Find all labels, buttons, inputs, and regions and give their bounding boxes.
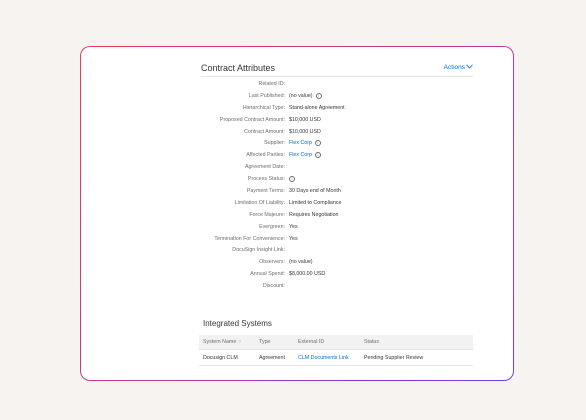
attribute-value: Limited to Compliance [289, 200, 341, 206]
external-id-link[interactable]: CLM Documents Link [298, 355, 364, 361]
attribute-row: Process Status: i [81, 173, 515, 185]
attribute-value: $8,000.00 USD [289, 271, 325, 277]
attribute-label: DocuSign Insight Link: [232, 247, 285, 254]
column-label: System Name [203, 339, 237, 345]
attribute-label: Limitation Of Liability: [234, 199, 285, 206]
attribute-value-link[interactable]: Flex Corp [289, 152, 312, 158]
attribute-row: Force Majeure: Requires Negotiation [81, 209, 515, 221]
chevron-down-icon [466, 64, 473, 71]
attribute-row: Contract Amount: $10,000 USD [81, 126, 515, 138]
attribute-value-text: $10,000 USD [289, 116, 321, 123]
attribute-value-text: Yes [289, 235, 298, 242]
attribute-row: Agreement Date: [81, 161, 515, 173]
attribute-value: 30 Days end of Month [289, 188, 341, 194]
attribute-label: Last Published: [248, 92, 285, 99]
attribute-row: Evergreen: Yes [81, 221, 515, 233]
sort-ascending-icon: ↑ [238, 339, 242, 345]
actions-menu-button[interactable]: Actions [444, 64, 473, 71]
attribute-row: Hierarchical Type: Stand-alone Agreement [81, 102, 515, 114]
attribute-value: $10,000 USD [289, 129, 321, 135]
column-header-type[interactable]: Type [259, 339, 298, 345]
attribute-row: Termination For Convenience: Yes [81, 233, 515, 245]
attribute-value: (no value) i [289, 92, 322, 99]
cell-status: Pending Supplier Review [364, 354, 424, 361]
attribute-label: Proposed Contract Amount: [219, 116, 285, 123]
section-title: Contract Attributes [201, 62, 276, 73]
attribute-value-link[interactable]: Flex Corp [289, 140, 312, 146]
attribute-label: Termination For Convenience: [214, 235, 285, 242]
info-circle-icon[interactable]: i [314, 152, 321, 159]
attribute-value: Flex Corp i [289, 152, 321, 159]
attribute-row: Affected Parties: Flex Corp i [81, 149, 515, 161]
contract-card: Contract Attributes Actions Related ID: L… [80, 46, 514, 381]
attribute-value-text: $8,000.00 USD [289, 271, 326, 278]
attribute-label: Payment Terms: [246, 187, 285, 194]
attribute-value-text: Stand-alone Agreement [289, 104, 345, 111]
attribute-value-text: (no value) [289, 92, 313, 99]
attribute-value: Yes [289, 236, 298, 242]
info-circle-icon[interactable]: i [289, 176, 295, 183]
attribute-label: Related ID: [258, 80, 286, 87]
attribute-row: Related ID: [81, 78, 515, 90]
attribute-label: Hierarchical Type: [242, 104, 285, 111]
cell-type: Agreement [259, 354, 285, 361]
column-header-status[interactable]: Status [364, 339, 473, 345]
attribute-value: Requires Negotiation [289, 212, 338, 218]
table-row: Docusign CLM Agreement CLM Documents Lin… [199, 350, 473, 366]
cell-system-name: Docusign CLM [203, 354, 238, 361]
attribute-label: Process Status: [247, 176, 285, 183]
table-header: System Name ↑ Type External ID Status [199, 335, 473, 350]
attribute-label: Annual Spend: [250, 271, 285, 278]
attribute-value: Flex Corp i [289, 140, 321, 147]
attribute-value-text: $10,000 USD [289, 128, 321, 135]
attribute-value: i [289, 176, 295, 183]
attribute-label: Observers: [259, 259, 285, 266]
attribute-row: DocuSign Insight Link: [81, 244, 515, 256]
attribute-list: Related ID: Last Published: (no value) i Hie… [81, 78, 515, 292]
attribute-row: Last Published: (no value) i [81, 90, 515, 102]
attribute-row: Annual Spend: $8,000.00 USD [81, 268, 515, 280]
attribute-row: Payment Terms: 30 Days end of Month [81, 185, 515, 197]
attribute-row: Limitation Of Liability: Limited to Compl… [81, 197, 515, 209]
section-header: Contract Attributes Actions [201, 59, 473, 77]
integrated-systems-title: Integrated Systems [203, 319, 272, 328]
attribute-label: Supplier: [264, 140, 285, 147]
column-header-system-name[interactable]: System Name ↑ [199, 339, 259, 345]
attribute-label: Agreement Date: [244, 164, 285, 171]
attribute-label: Evergreen: [259, 223, 285, 230]
attribute-row: Supplier: Flex Corp i [81, 137, 515, 149]
attribute-label: Contract Amount: [244, 128, 285, 135]
attribute-label: Affected Parties: [246, 152, 285, 159]
info-circle-icon[interactable]: i [315, 92, 322, 99]
attribute-row: Discount: [81, 280, 515, 292]
attribute-value-text: (no value) [289, 259, 313, 266]
attribute-value-text: Limited to Compliance [289, 199, 342, 206]
info-circle-icon[interactable]: i [314, 140, 321, 147]
attribute-value-text: Yes [289, 223, 298, 230]
attribute-row: Observers: (no value) [81, 256, 515, 268]
actions-label: Actions [443, 64, 465, 71]
column-header-external-id[interactable]: External ID [298, 339, 364, 345]
attribute-label: Force Majeure: [249, 211, 285, 218]
attribute-value: (no value) [289, 259, 313, 265]
attribute-value: Yes [289, 224, 298, 230]
integrated-systems-table: System Name ↑ Type External ID Status Do… [199, 335, 473, 366]
attribute-value: $10,000 USD [289, 117, 321, 123]
attribute-value-text: 30 Days end of Month [289, 187, 341, 194]
attribute-value: Stand-alone Agreement [289, 105, 345, 111]
attribute-value-text: Requires Negotiation [289, 211, 339, 218]
attribute-label: Discount: [262, 283, 285, 290]
attribute-row: Proposed Contract Amount: $10,000 USD [81, 114, 515, 126]
